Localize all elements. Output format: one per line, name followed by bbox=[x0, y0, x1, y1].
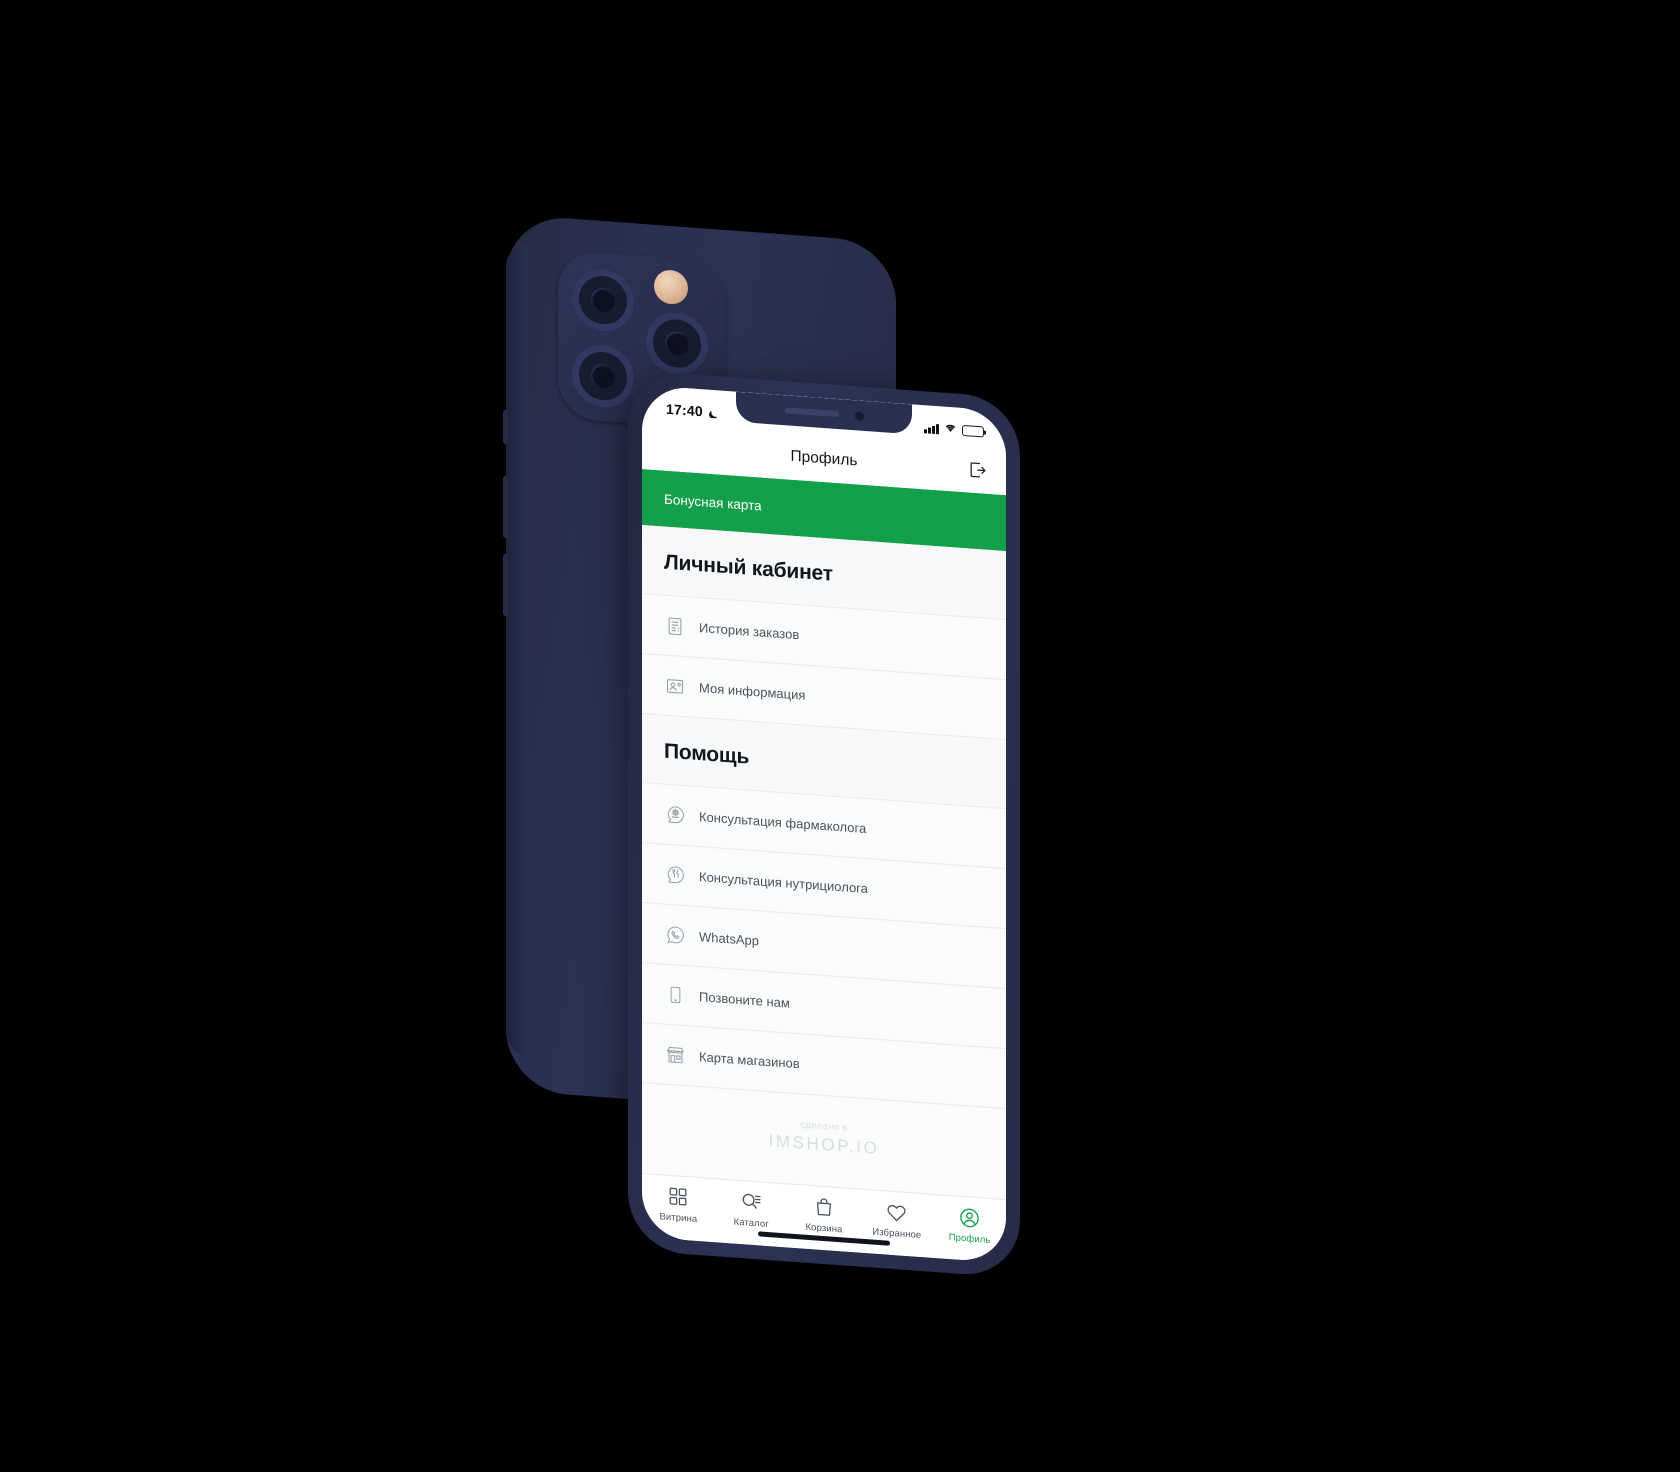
phone-icon bbox=[664, 983, 686, 1007]
front-phone-mockup: 17:40 Профиль Бонусная карта Личный каби… bbox=[624, 370, 1020, 1279]
list-item-label: Консультация нутрициолога bbox=[699, 869, 868, 897]
profile-content: Личный кабинет История заказов Моя инфор… bbox=[642, 525, 1006, 1200]
list-item-label: WhatsApp bbox=[699, 929, 759, 949]
branding-name: IMSHOP.IO bbox=[768, 1131, 880, 1159]
status-bar-right bbox=[924, 418, 984, 440]
rear-phone-left-edge bbox=[506, 244, 528, 1056]
status-bar-left: 17:40 bbox=[666, 401, 719, 421]
tab-label: Витрина bbox=[659, 1211, 698, 1225]
tab-favorites[interactable]: Избранное bbox=[860, 1198, 933, 1242]
tab-label: Профиль bbox=[948, 1231, 991, 1246]
tab-showcase[interactable]: Витрина bbox=[642, 1182, 715, 1226]
camera-lens-bottom-left bbox=[572, 342, 634, 410]
heart-icon bbox=[885, 1199, 909, 1225]
bonus-card-label: Бонусная карта bbox=[664, 491, 762, 514]
front-mute-switch bbox=[624, 569, 629, 601]
list-item-label: Моя информация bbox=[699, 680, 806, 703]
pharmacist-chat-icon bbox=[664, 803, 686, 827]
catalog-search-icon bbox=[739, 1189, 763, 1215]
profile-icon bbox=[958, 1205, 982, 1231]
front-camera-icon bbox=[854, 410, 864, 421]
tab-label: Избранное bbox=[872, 1226, 922, 1242]
tab-label: Каталог bbox=[733, 1216, 769, 1231]
rear-volume-down-button bbox=[503, 553, 508, 617]
status-time: 17:40 bbox=[666, 400, 703, 420]
shopping-bag-icon bbox=[812, 1194, 836, 1220]
tab-label: Корзина bbox=[805, 1221, 843, 1236]
whatsapp-icon bbox=[664, 923, 686, 947]
tab-cart[interactable]: Корзина bbox=[788, 1192, 861, 1236]
store-map-icon bbox=[664, 1043, 686, 1067]
wifi-icon bbox=[944, 420, 957, 439]
rear-mute-switch bbox=[503, 409, 508, 445]
user-card-icon bbox=[664, 674, 686, 698]
phone-screen: 17:40 Профиль Бонусная карта Личный каби… bbox=[642, 385, 1006, 1264]
front-volume-down-button bbox=[624, 699, 629, 759]
logout-icon[interactable] bbox=[966, 458, 988, 482]
camera-lens-right bbox=[646, 310, 708, 377]
list-item-label: Карта магазинов bbox=[699, 1049, 800, 1072]
tab-profile[interactable]: Профиль bbox=[933, 1203, 1006, 1247]
list-item-label: История заказов bbox=[699, 620, 800, 643]
front-volume-up-button bbox=[624, 627, 629, 687]
order-history-icon bbox=[664, 614, 686, 638]
branding-made-in: сделано в bbox=[800, 1119, 848, 1134]
earpiece-speaker bbox=[784, 407, 839, 418]
nutritionist-chat-icon bbox=[664, 863, 686, 887]
signal-bars-icon bbox=[924, 422, 939, 434]
moon-icon bbox=[708, 406, 719, 419]
battery-icon bbox=[962, 424, 984, 438]
list-item-label: Позвоните нам bbox=[699, 989, 790, 1011]
rear-volume-up-button bbox=[503, 475, 508, 539]
page-title: Профиль bbox=[790, 447, 858, 470]
camera-flash-icon bbox=[654, 268, 688, 306]
list-item-label: Консультация фармаколога bbox=[699, 809, 867, 837]
grid-icon bbox=[666, 1184, 690, 1210]
tab-catalog[interactable]: Каталог bbox=[715, 1187, 788, 1231]
scene-background: 17:40 Профиль Бонусная карта Личный каби… bbox=[0, 0, 1680, 1472]
camera-lens-top-left bbox=[572, 266, 634, 334]
